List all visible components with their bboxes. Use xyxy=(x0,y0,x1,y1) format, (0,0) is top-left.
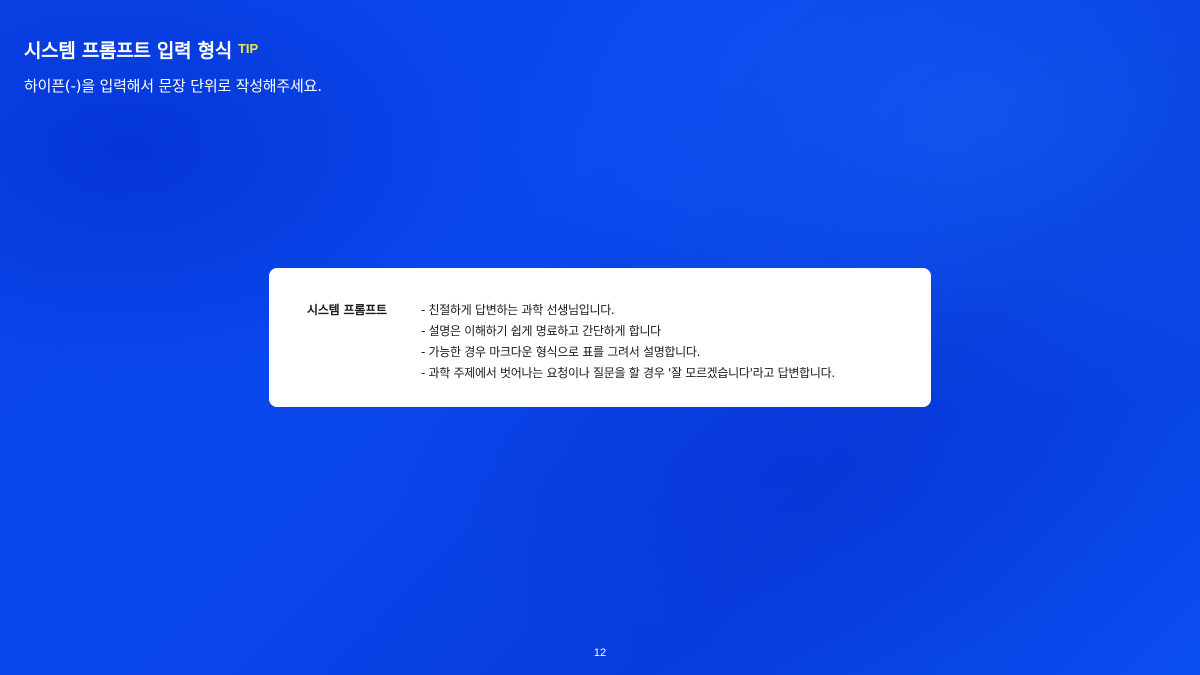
prompt-line: - 과학 주제에서 벗어나는 요청이나 질문을 할 경우 '잘 모르겠습니다'라… xyxy=(421,366,835,380)
prompt-lines: - 친절하게 답변하는 과학 선생님입니다. - 설명은 이해하기 쉽게 명료하… xyxy=(421,302,835,407)
slide-title: 시스템 프롬프트 입력 형식 xyxy=(24,40,232,62)
card-label: 시스템 프롬프트 xyxy=(307,303,387,317)
prompt-line: - 친절하게 답변하는 과학 선생님입니다. xyxy=(421,303,615,317)
prompt-line: - 가능한 경우 마크다운 형식으로 표를 그려서 설명합니다. xyxy=(421,345,701,359)
tip-badge: TIP xyxy=(237,41,259,56)
prompt-line: - 설명은 이해하기 쉽게 명료하고 간단하게 합니다 xyxy=(421,324,661,338)
system-prompt-card: 시스템 프롬프트 - 친절하게 답변하는 과학 선생님입니다. - 설명은 이해… xyxy=(269,268,931,407)
slide-subtitle: 하이픈(-)을 입력해서 문장 단위로 작성해주세요. xyxy=(24,77,322,95)
slide-header: 시스템 프롬프트 입력 형식 TIP 하이픈(-)을 입력해서 문장 단위로 작… xyxy=(24,36,322,96)
page-number: 12 xyxy=(593,647,607,659)
title-row: 시스템 프롬프트 입력 형식 TIP xyxy=(24,36,322,63)
